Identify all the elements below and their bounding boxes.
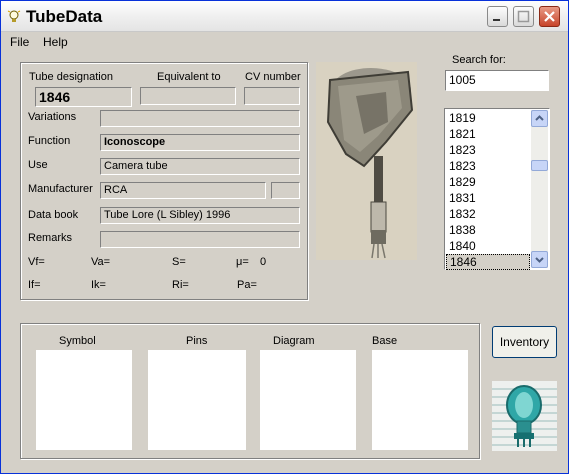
list-item-selected[interactable]: 1846 <box>446 254 530 270</box>
tube-photo <box>316 62 417 260</box>
cv-number-field[interactable] <box>244 87 300 105</box>
minimize-button[interactable] <box>487 6 508 27</box>
ri-label: Ri= <box>172 279 189 291</box>
scroll-down-button[interactable] <box>531 251 548 268</box>
close-button[interactable] <box>539 6 560 27</box>
list-item[interactable]: 1840 <box>446 238 530 254</box>
manufacturer-field[interactable]: RCA <box>100 182 266 199</box>
maximize-button[interactable] <box>513 6 534 27</box>
use-field[interactable]: Camera tube <box>100 158 300 175</box>
list-scrollbar[interactable] <box>531 110 548 268</box>
manufacturer-extra-field[interactable] <box>271 182 300 199</box>
manufacturer-label: Manufacturer <box>28 183 93 195</box>
maximize-icon <box>517 10 530 23</box>
data-book-field[interactable]: Tube Lore (L Sibley) 1996 <box>100 207 300 224</box>
if-label: If= <box>28 279 41 291</box>
list-item[interactable]: 1838 <box>446 222 530 238</box>
minimize-icon <box>493 19 500 21</box>
s-label: S= <box>172 256 186 268</box>
list-item[interactable]: 1821 <box>446 126 530 142</box>
lightbulb-icon <box>7 10 21 22</box>
va-label: Va= <box>91 256 111 268</box>
tube-list: 1819 1821 1823 1823 1829 1831 1832 1838 … <box>446 110 530 270</box>
base-image-box <box>372 350 468 450</box>
data-book-label: Data book <box>28 209 79 221</box>
app-window: TubeData File Help Tube designation Equi… <box>0 0 569 474</box>
title-bar[interactable]: TubeData <box>1 1 568 32</box>
list-item[interactable]: 1819 <box>446 110 530 126</box>
symbol-label: Symbol <box>59 335 96 347</box>
inventory-button[interactable]: Inventory <box>492 326 557 358</box>
function-field[interactable]: Iconoscope <box>100 134 300 151</box>
vf-label: Vf= <box>28 256 45 268</box>
diagram-image-box <box>260 350 356 450</box>
pa-label: Pa= <box>237 279 257 291</box>
close-icon <box>544 11 555 22</box>
list-item[interactable]: 1823 <box>446 142 530 158</box>
cv-number-label: CV number <box>245 71 301 83</box>
tube-listbox[interactable]: 1819 1821 1823 1823 1829 1831 1832 1838 … <box>444 108 550 270</box>
tube-designation-label: Tube designation <box>29 71 113 83</box>
use-label: Use <box>28 159 48 171</box>
symbol-image-box <box>36 350 132 450</box>
base-label: Base <box>372 335 398 347</box>
variations-label: Variations <box>28 111 77 123</box>
iconoscope-image <box>316 62 417 260</box>
chevron-down-icon <box>535 257 544 263</box>
list-item[interactable]: 1823 <box>446 158 530 174</box>
chevron-up-icon <box>535 115 544 121</box>
window-title: TubeData <box>26 7 103 26</box>
search-input[interactable]: 1005 <box>445 70 549 91</box>
pins-label: Pins <box>186 335 208 347</box>
list-item[interactable]: 1831 <box>446 190 530 206</box>
tube-designation-field[interactable]: 1846 <box>35 87 132 107</box>
menu-file[interactable]: File <box>10 35 29 49</box>
scroll-up-button[interactable] <box>531 110 548 127</box>
search-label: Search for: <box>452 54 506 66</box>
remarks-field[interactable] <box>100 231 300 248</box>
menu-bar: File Help <box>1 32 568 52</box>
ik-label: Ik= <box>91 279 106 291</box>
list-item[interactable]: 1832 <box>446 206 530 222</box>
mu-label: μ= <box>236 256 249 268</box>
tube-logo <box>492 381 557 451</box>
remarks-label: Remarks <box>28 232 73 244</box>
mu-value: 0 <box>260 256 267 268</box>
diagram-label: Diagram <box>273 335 315 347</box>
tube-logo-icon <box>492 381 557 451</box>
menu-help[interactable]: Help <box>43 35 68 49</box>
pins-image-box <box>148 350 246 450</box>
equivalent-to-label: Equivalent to <box>157 71 221 83</box>
list-item[interactable]: 1829 <box>446 174 530 190</box>
variations-field[interactable] <box>100 110 300 127</box>
equivalent-to-field[interactable] <box>140 87 236 105</box>
scroll-thumb[interactable] <box>531 160 548 171</box>
function-label: Function <box>28 135 71 147</box>
